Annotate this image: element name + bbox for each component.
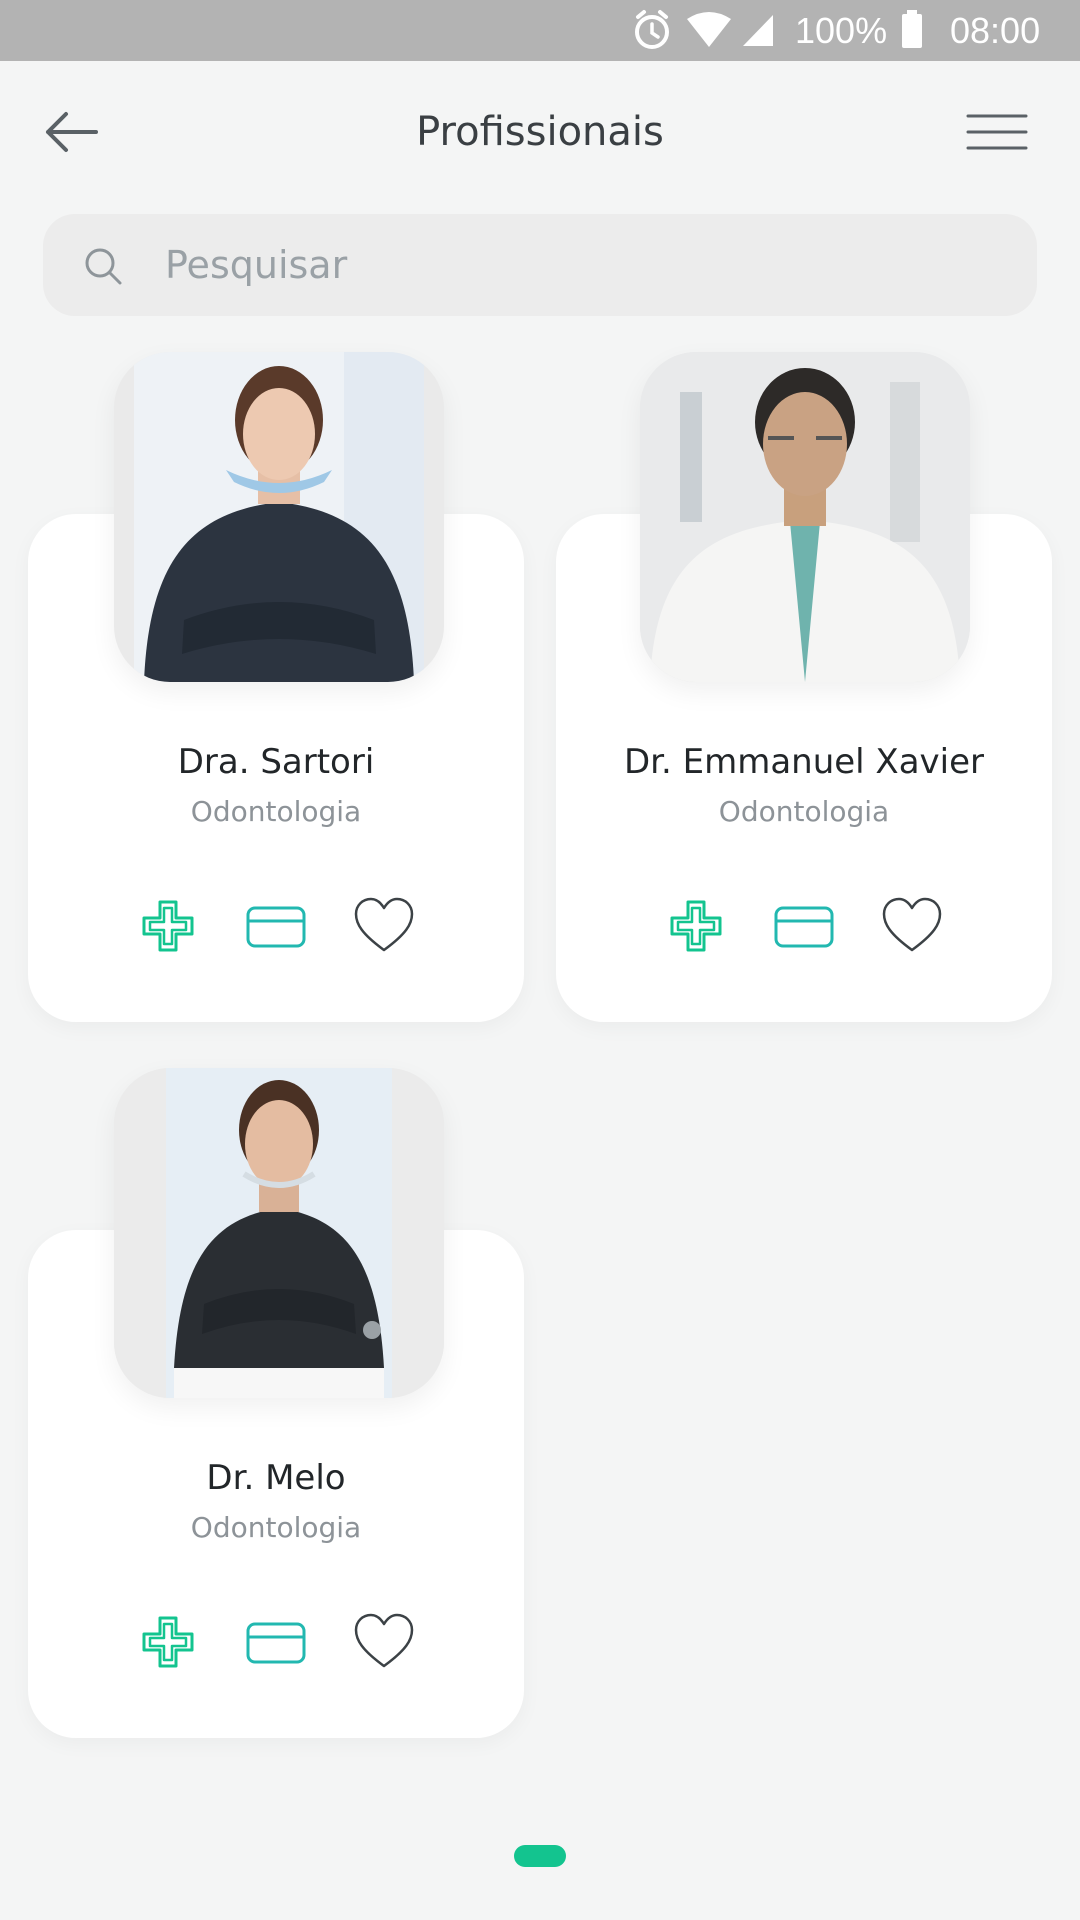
battery-percentage: 100% bbox=[795, 10, 888, 51]
medical-cross-button[interactable] bbox=[136, 894, 200, 958]
professional-photo bbox=[114, 1068, 444, 1398]
battery-icon bbox=[902, 10, 922, 48]
professional-name: Dra. Sartori bbox=[177, 742, 375, 782]
credit-card-icon bbox=[246, 1622, 306, 1664]
arrow-left-icon bbox=[46, 112, 98, 152]
page-title: Profissionais bbox=[416, 109, 664, 155]
wifi-icon bbox=[687, 12, 731, 47]
professional-specialty: Odontologia bbox=[190, 795, 362, 828]
search-bar[interactable] bbox=[43, 214, 1037, 316]
favorite-button[interactable] bbox=[352, 894, 416, 958]
favorite-button[interactable] bbox=[880, 894, 944, 958]
search-icon bbox=[85, 248, 122, 285]
page-indicator bbox=[514, 1845, 566, 1867]
medical-cross-button[interactable] bbox=[664, 894, 728, 958]
professional-name: Dr. Emmanuel Xavier bbox=[623, 742, 985, 782]
clock: 08:00 bbox=[950, 10, 1041, 51]
professional-avatar bbox=[114, 1068, 444, 1398]
payment-button[interactable] bbox=[244, 1610, 308, 1674]
menu-button[interactable] bbox=[956, 100, 1040, 164]
heart-icon bbox=[354, 1613, 414, 1668]
medical-cross-icon bbox=[142, 900, 194, 952]
hamburger-menu-icon bbox=[966, 114, 1028, 150]
credit-card-icon bbox=[774, 906, 834, 948]
heart-icon bbox=[882, 897, 942, 952]
professional-specialty: Odontologia bbox=[190, 1511, 362, 1544]
favorite-button[interactable] bbox=[352, 1610, 416, 1674]
professional-avatar bbox=[134, 352, 424, 682]
payment-button[interactable] bbox=[772, 894, 836, 958]
credit-card-icon bbox=[246, 906, 306, 948]
heart-icon bbox=[354, 897, 414, 952]
professional-photo bbox=[114, 352, 444, 682]
back-button[interactable] bbox=[36, 100, 108, 164]
payment-button[interactable] bbox=[244, 894, 308, 958]
cellular-signal-icon bbox=[743, 15, 773, 46]
medical-cross-icon bbox=[142, 1616, 194, 1668]
medical-cross-icon bbox=[670, 900, 722, 952]
professional-name: Dr. Melo bbox=[206, 1458, 346, 1498]
medical-cross-button[interactable] bbox=[136, 1610, 200, 1674]
professional-photo bbox=[640, 352, 970, 682]
search-input[interactable] bbox=[165, 214, 1005, 316]
status-bar: 100% 08:00 bbox=[0, 0, 1080, 61]
alarm-icon bbox=[635, 10, 669, 49]
professional-avatar bbox=[640, 352, 970, 682]
professional-specialty: Odontologia bbox=[718, 795, 890, 828]
